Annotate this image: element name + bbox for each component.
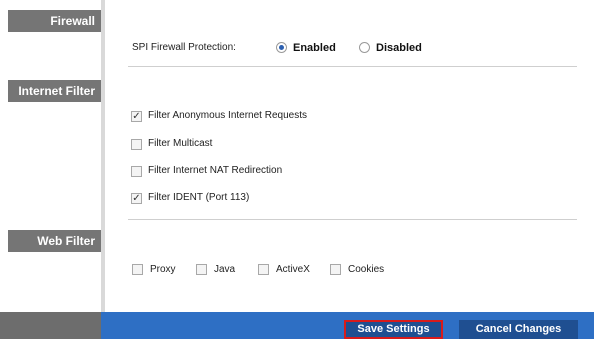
filter-nat-redirection-checkbox[interactable] [131,166,142,177]
proxy-checkbox[interactable] [132,264,143,275]
spi-disabled-radio[interactable] [359,42,370,53]
spi-disabled-label[interactable]: Disabled [376,42,422,54]
separator [128,219,577,220]
cookies-label: Cookies [348,264,385,275]
java-checkbox[interactable] [196,264,207,275]
filter-nat-redirection-label: Filter Internet NAT Redirection [148,165,283,176]
vertical-divider [101,0,105,312]
filter-anonymous-checkbox[interactable]: ✓ [131,111,142,122]
activex-label: ActiveX [276,264,310,275]
filter-ident-checkbox[interactable]: ✓ [131,193,142,204]
separator [128,66,577,67]
spi-enabled-label[interactable]: Enabled [293,42,336,54]
activex-checkbox[interactable] [258,264,269,275]
footer-left-band [0,312,101,339]
spi-firewall-label: SPI Firewall Protection: [132,42,236,53]
proxy-label: Proxy [150,264,176,275]
left-sidebar [0,0,101,339]
filter-multicast-checkbox[interactable] [131,139,142,150]
section-label-internet-filter: Internet Filter [8,80,101,102]
cancel-changes-button[interactable]: Cancel Changes [459,320,578,339]
section-label-web-filter: Web Filter [8,230,101,252]
save-settings-button[interactable]: Save Settings [344,320,443,339]
spi-enabled-radio[interactable] [276,42,287,53]
java-label: Java [214,264,236,275]
filter-anonymous-label: Filter Anonymous Internet Requests [148,110,307,121]
cookies-checkbox[interactable] [330,264,341,275]
section-label-firewall: Firewall [8,10,101,32]
filter-ident-label: Filter IDENT (Port 113) [148,192,250,203]
filter-multicast-label: Filter Multicast [148,138,213,149]
